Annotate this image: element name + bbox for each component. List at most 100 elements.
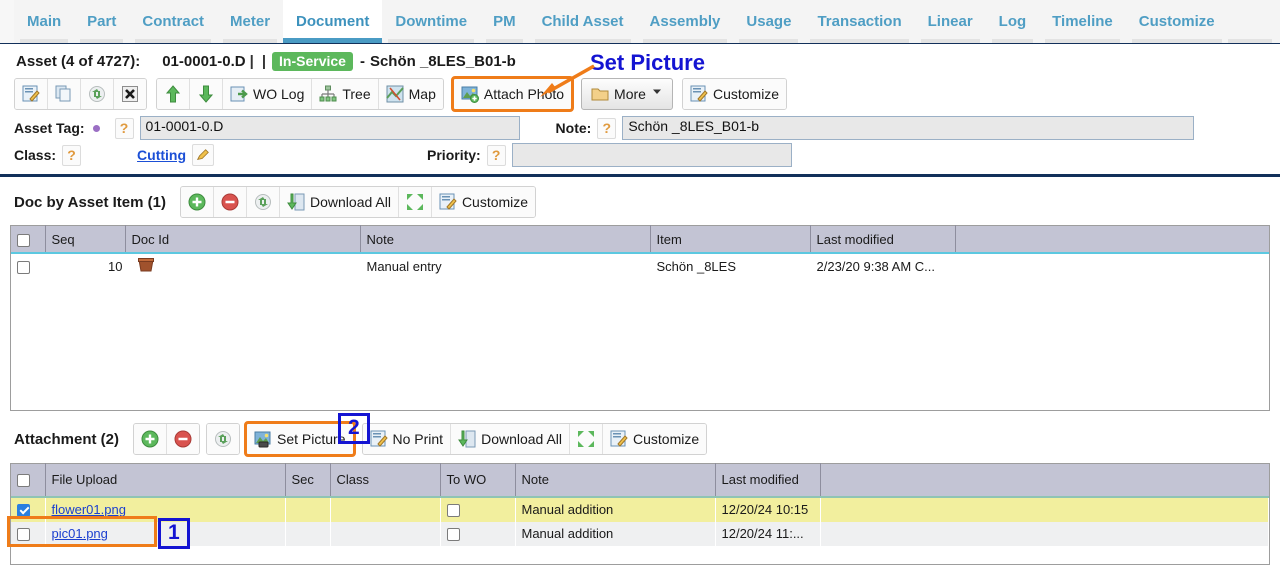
annotation-marker-2: 2 [338,413,370,444]
tab-part[interactable]: Part [74,0,130,43]
map-button[interactable]: Map [378,79,443,109]
tab-label: Child Asset [541,13,624,30]
doc-add-button[interactable] [181,187,214,217]
more-label: More [614,86,646,102]
wo-log-button[interactable]: WO Log [223,79,313,109]
attachment-col-sec[interactable]: Sec [285,463,331,496]
asset-counter-label: Asset (4 of 4727): [16,53,141,70]
attachment-to-wo-checkbox[interactable] [446,504,460,518]
asset-tag-help-icon[interactable]: ? [114,117,134,139]
attachment-to-wo-checkbox[interactable] [446,528,460,542]
attachment-col-lastmod[interactable]: Last modified [715,463,821,496]
tab-child-asset[interactable]: Child Asset [528,0,637,43]
tab-label: Linear [927,13,973,30]
attachment-col-to-wo[interactable]: To WO [440,463,516,496]
doc-col-lastmod[interactable]: Last modified [810,225,956,252]
attachment-select-all-checkbox[interactable] [17,474,30,488]
doc-download-all-label: Download All [310,194,391,210]
attachment-col-spacer [820,463,1269,496]
tab-pm[interactable]: PM [480,0,529,43]
doc-select-all-header[interactable] [11,225,46,252]
attachment-download-all-button[interactable]: Download All [451,424,571,455]
customize-button-top[interactable]: Customize [682,79,787,109]
tab-contract[interactable]: Contract [129,0,218,43]
attachment-table-body: flower01.png Manual addition 12/20/24 10… [11,497,1269,546]
attachment-remove-button[interactable] [167,424,200,455]
attachment-file-link[interactable]: pic01.png [52,526,108,541]
attachment-refresh-group [206,423,241,456]
attachment-table-wrapper: File Upload Sec Class To WO Note Last mo… [10,463,1270,565]
move-down-button[interactable] [190,79,223,109]
attachment-row2-select-cell[interactable] [11,522,45,546]
annotation-marker-1: 1 [158,518,190,549]
delete-button[interactable] [114,79,146,109]
doc-download-all-button[interactable]: Download All [280,187,399,217]
tree-button[interactable]: Tree [312,79,379,109]
attachment-select-all-header[interactable] [11,463,46,496]
note-input[interactable]: Schön _8LES_B01-b [622,116,1195,140]
tab-main[interactable]: Main [14,0,75,43]
required-dot-icon [92,124,100,132]
edit-icon [22,85,40,103]
wo-log-icon [230,85,248,103]
tab-assembly[interactable]: Assembly [636,0,734,43]
attachment-row2-towo-cell[interactable] [440,522,515,546]
attachment-expand-button[interactable] [570,424,604,455]
priority-input[interactable] [511,143,792,167]
class-edit-pencil-icon[interactable] [192,144,215,166]
attachment-row2-note: Manual addition [521,526,614,542]
tab-transaction[interactable]: Transaction [804,0,915,43]
doc-col-seq[interactable]: Seq [45,225,126,252]
note-help-icon[interactable]: ? [597,117,617,139]
table-row[interactable]: pic01.png Manual addition 12/20/24 11:..… [11,521,1269,546]
attachment-col-class[interactable]: Class [330,463,441,496]
tab-linear[interactable]: Linear [914,0,986,43]
edit-button[interactable] [15,79,48,109]
tab-meter[interactable]: Meter [217,0,284,43]
no-print-button[interactable]: No Print [362,424,452,455]
attachment-col-note[interactable]: Note [515,463,716,496]
asset-name: Schön _8LES_B01-b [369,53,516,70]
refresh-button[interactable] [81,79,114,109]
customize-icon [610,430,628,448]
asset-tag-input[interactable]: 01-0001-0.D [139,116,520,140]
table-row[interactable]: 10 Manual entry Schön _8LES 2/23/20 9:38… [11,254,1269,279]
tab-log[interactable]: Log [985,0,1040,43]
copy-button[interactable] [48,79,81,109]
doc-col-note[interactable]: Note [360,225,651,252]
doc-row-select-cell[interactable] [11,254,45,279]
attachment-file-link[interactable]: flower01.png [52,502,126,517]
attachment-customize-button[interactable]: Customize [603,424,707,455]
separator-pipe-2: | [261,53,267,70]
doc-remove-button[interactable] [214,187,247,217]
add-icon [141,430,159,448]
class-help-icon[interactable]: ? [62,144,82,166]
note-label: Note: [555,120,592,136]
doc-expand-button[interactable] [398,187,432,217]
doc-col-docid[interactable]: Doc Id [125,225,361,252]
doc-col-item[interactable]: Item [650,225,811,252]
attachment-row2-checkbox[interactable] [17,528,30,542]
tab-usage[interactable]: Usage [733,0,805,43]
tab-customize[interactable]: Customize [1125,0,1228,43]
table-row[interactable]: flower01.png Manual addition 12/20/24 10… [11,497,1269,522]
priority-help-icon[interactable]: ? [486,144,506,166]
move-up-button[interactable] [157,79,190,109]
doc-refresh-button[interactable] [247,187,280,217]
attachment-row-towo-cell[interactable] [440,498,515,522]
set-picture-button[interactable]: Set Picture [247,424,353,455]
doc-row-checkbox[interactable] [17,261,30,275]
attachment-actions-group: No Print Download All Customize [361,423,708,456]
class-value-link[interactable]: Cutting [137,147,186,163]
tab-document[interactable]: Document [283,0,383,43]
asset-tag-row: Asset Tag: ? 01-0001-0.D Note: ? Schön _… [14,115,1280,141]
doc-select-all-checkbox[interactable] [17,233,30,247]
attachment-row-select-cell[interactable] [11,498,45,522]
tab-timeline[interactable]: Timeline [1039,0,1126,43]
attachment-row-checkbox[interactable] [17,504,30,518]
attachment-col-file-upload[interactable]: File Upload [45,463,286,496]
tab-downtime[interactable]: Downtime [382,0,481,43]
doc-customize-button[interactable]: Customize [431,187,536,217]
attachment-refresh-button[interactable] [207,424,240,455]
attachment-add-button[interactable] [134,424,168,455]
